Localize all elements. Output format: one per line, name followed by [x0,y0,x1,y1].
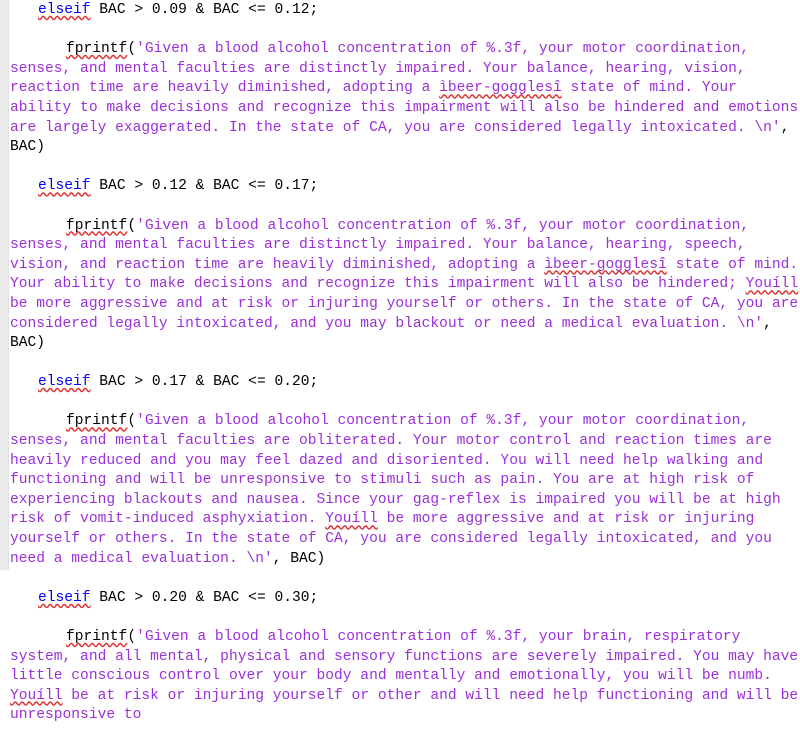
code-line-fprintf[interactable]: fprintf('Given a blood alcohol concentra… [10,412,800,569]
misspelled-word: Youíll [325,511,378,528]
code-editor[interactable]: elseif BAC > 0.09 & BAC <= 0.12; fprintf… [0,0,800,723]
string-literal: 'Given a blood alcohol concentration of … [10,217,799,332]
misspelled-word: ìbeer-gogglesî [544,256,667,273]
keyword-elseif: elseif [38,589,91,606]
keyword-elseif: elseif [38,374,91,391]
function-fprintf: fprintf [66,217,128,234]
editor-gutter [0,0,9,570]
function-fprintf: fprintf [66,413,128,430]
condition-expression: BAC > 0.09 & BAC <= 0.12; [90,2,319,18]
code-line-condition[interactable]: elseif BAC > 0.20 & BAC <= 0.30; [10,589,800,609]
call-open-paren: ( [127,217,137,234]
code-line-condition[interactable]: elseif BAC > 0.17 & BAC <= 0.20; [10,373,800,393]
call-open-paren: ( [127,413,137,430]
keyword-elseif: elseif [38,2,91,18]
call-tail: , BAC) [272,550,326,567]
call-open-paren: ( [127,41,137,58]
misspelled-word: Youíll [745,276,799,293]
condition-expression: BAC > 0.17 & BAC <= 0.20; [90,374,319,391]
function-fprintf: fprintf [66,629,128,645]
code-line-fprintf[interactable]: fprintf('Given a blood alcohol concentra… [10,628,800,726]
code-line-fprintf[interactable]: fprintf('Given a blood alcohol concentra… [10,217,800,354]
code-line-fprintf[interactable]: fprintf('Given a blood alcohol concentra… [10,40,800,158]
call-open-paren: ( [127,629,137,645]
misspelled-word: Youíll [10,687,63,704]
condition-expression: BAC > 0.12 & BAC <= 0.17; [90,178,319,195]
keyword-elseif: elseif [38,178,91,195]
string-literal: 'Given a blood alcohol concentration of … [10,413,790,567]
function-fprintf: fprintf [66,41,128,58]
code-text-area[interactable]: elseif BAC > 0.09 & BAC <= 0.12; fprintf… [10,0,800,746]
code-line-condition[interactable]: elseif BAC > 0.09 & BAC <= 0.12; [10,1,800,21]
code-line-condition[interactable]: elseif BAC > 0.12 & BAC <= 0.17; [10,177,800,197]
misspelled-word: ìbeer-gogglesî [439,80,562,97]
condition-expression: BAC > 0.20 & BAC <= 0.30; [90,589,319,606]
